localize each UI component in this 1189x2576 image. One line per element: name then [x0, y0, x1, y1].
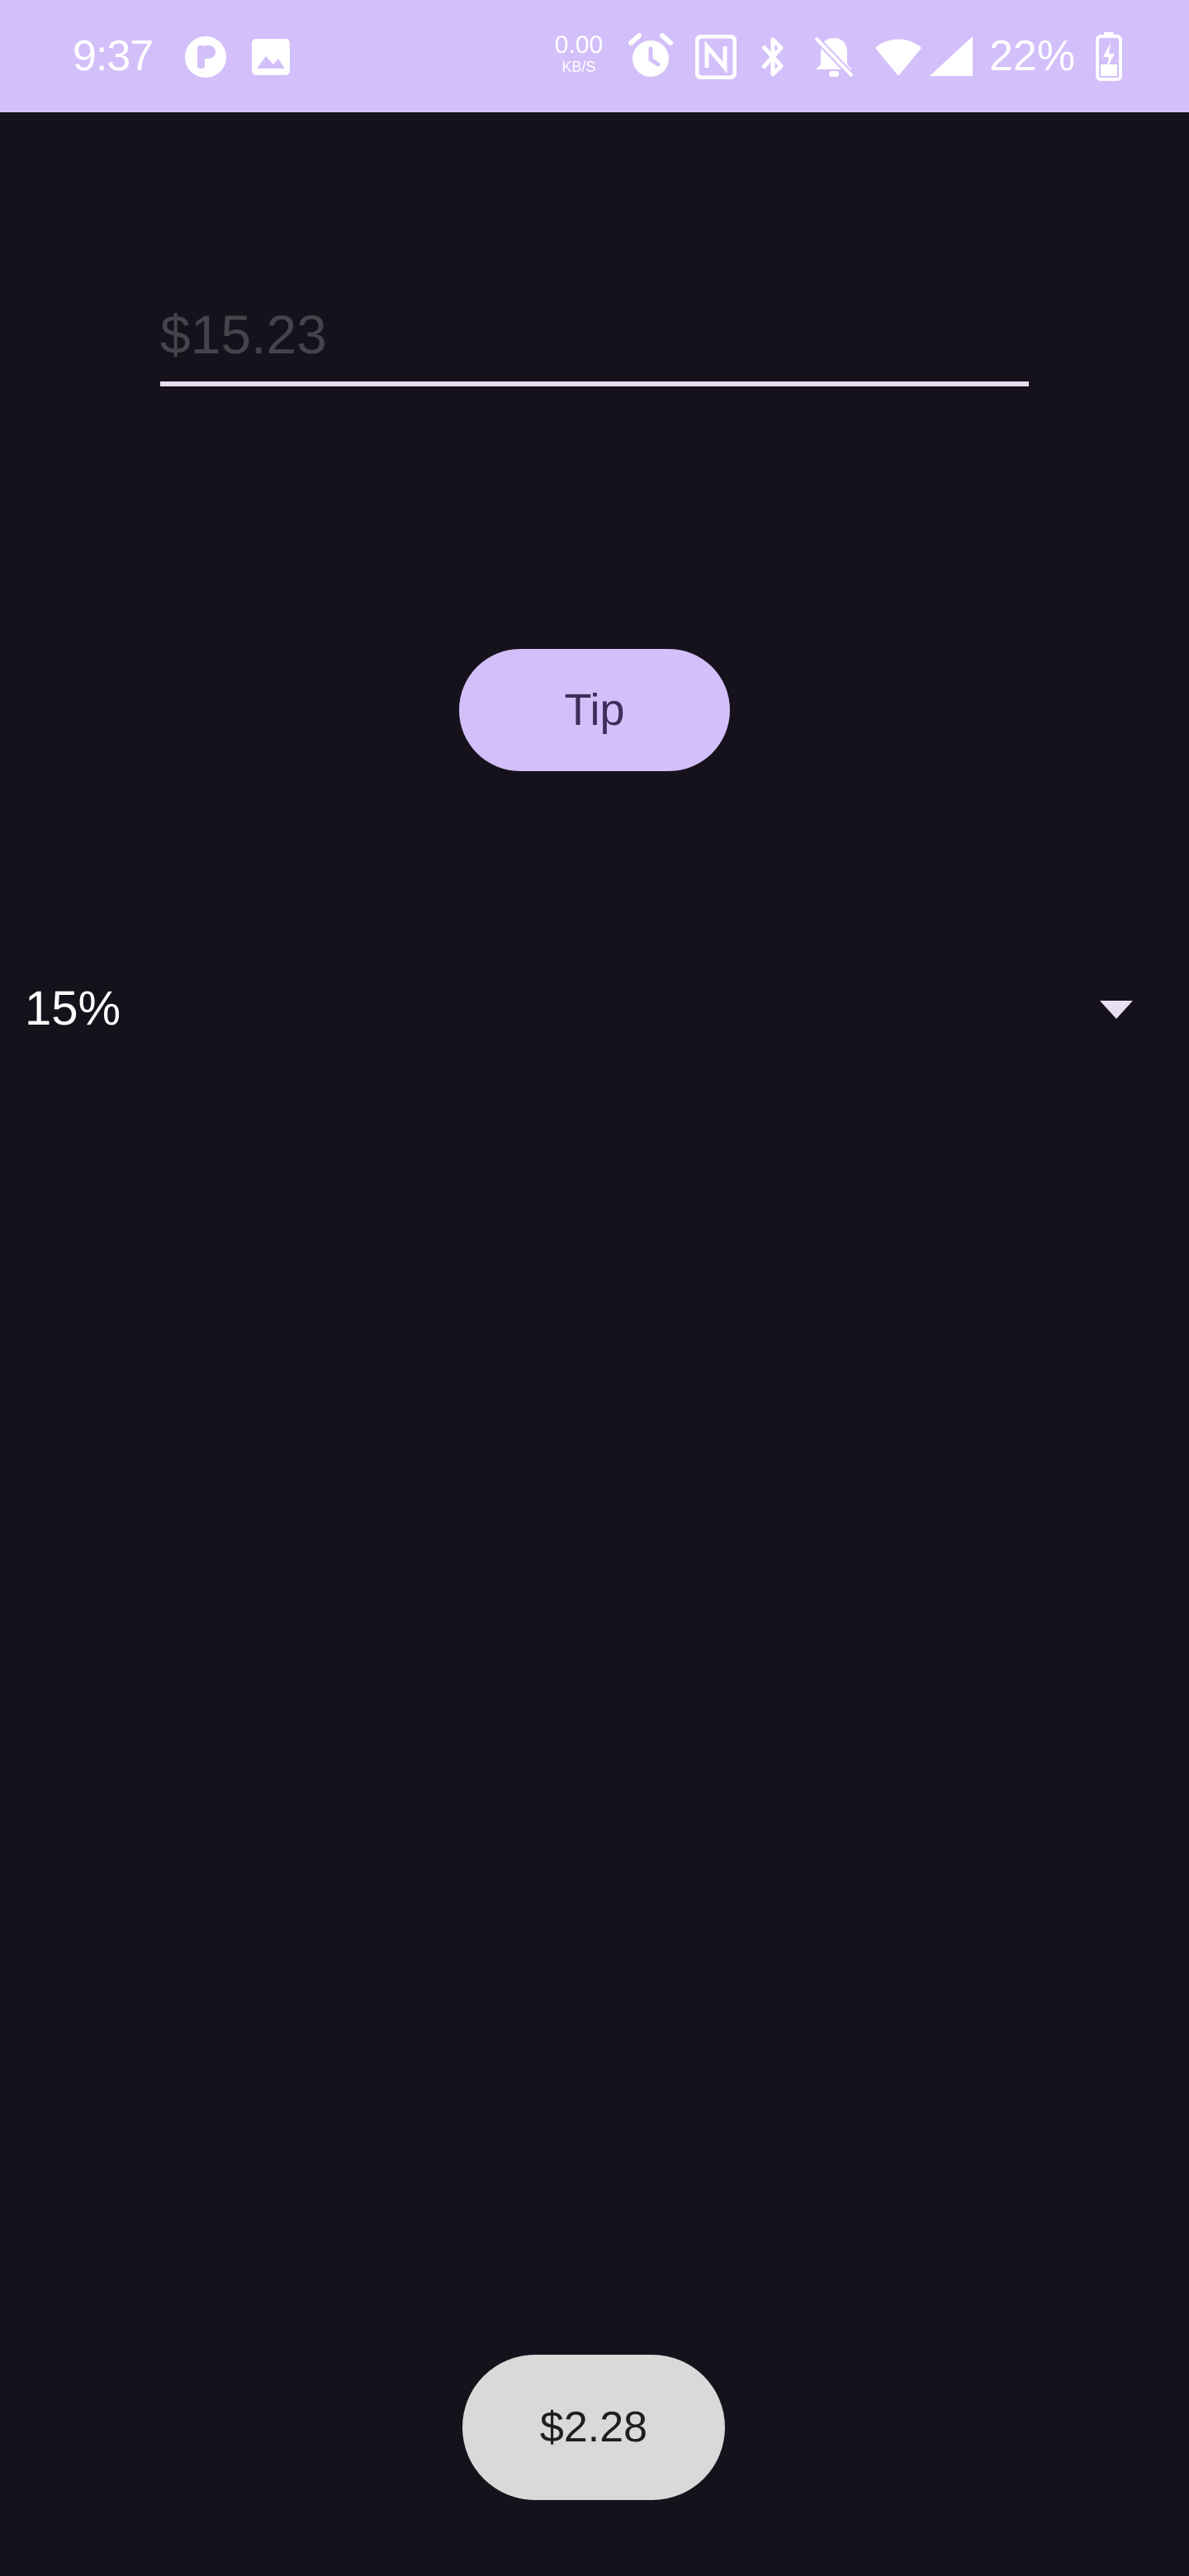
app-notification-icon [185, 36, 226, 78]
tip-percent-value: 15% [25, 982, 121, 1035]
network-speed-unit: KB/S [561, 59, 596, 75]
battery-percent: 22% [989, 32, 1076, 80]
bill-amount-input[interactable] [160, 289, 1029, 380]
battery-charging-icon [1096, 32, 1122, 81]
tip-button-label: Tip [564, 685, 625, 735]
tip-result-value: $2.28 [539, 2403, 648, 2451]
status-time: 9:37 [73, 32, 154, 80]
wifi-icon [875, 39, 921, 76]
tip-percent-dropdown[interactable]: 15% [0, 958, 1189, 1060]
network-speed: 0.00 KB/S [550, 31, 608, 75]
tip-result-chip: $2.28 [462, 2355, 725, 2500]
alarm-icon [628, 33, 673, 77]
nfc-icon [695, 35, 737, 79]
bill-amount-underline [160, 381, 1029, 386]
status-bar: 9:37 0.00 KB/S 22% [0, 0, 1189, 112]
notifications-off-icon [813, 36, 855, 78]
dropdown-arrow-icon [1100, 1001, 1133, 1019]
cell-signal-icon [930, 36, 973, 76]
tip-button[interactable]: Tip [459, 649, 730, 771]
bluetooth-icon [761, 37, 784, 77]
network-speed-value: 0.00 [554, 31, 604, 59]
bill-amount-field[interactable] [160, 289, 1029, 391]
image-icon [252, 39, 290, 75]
